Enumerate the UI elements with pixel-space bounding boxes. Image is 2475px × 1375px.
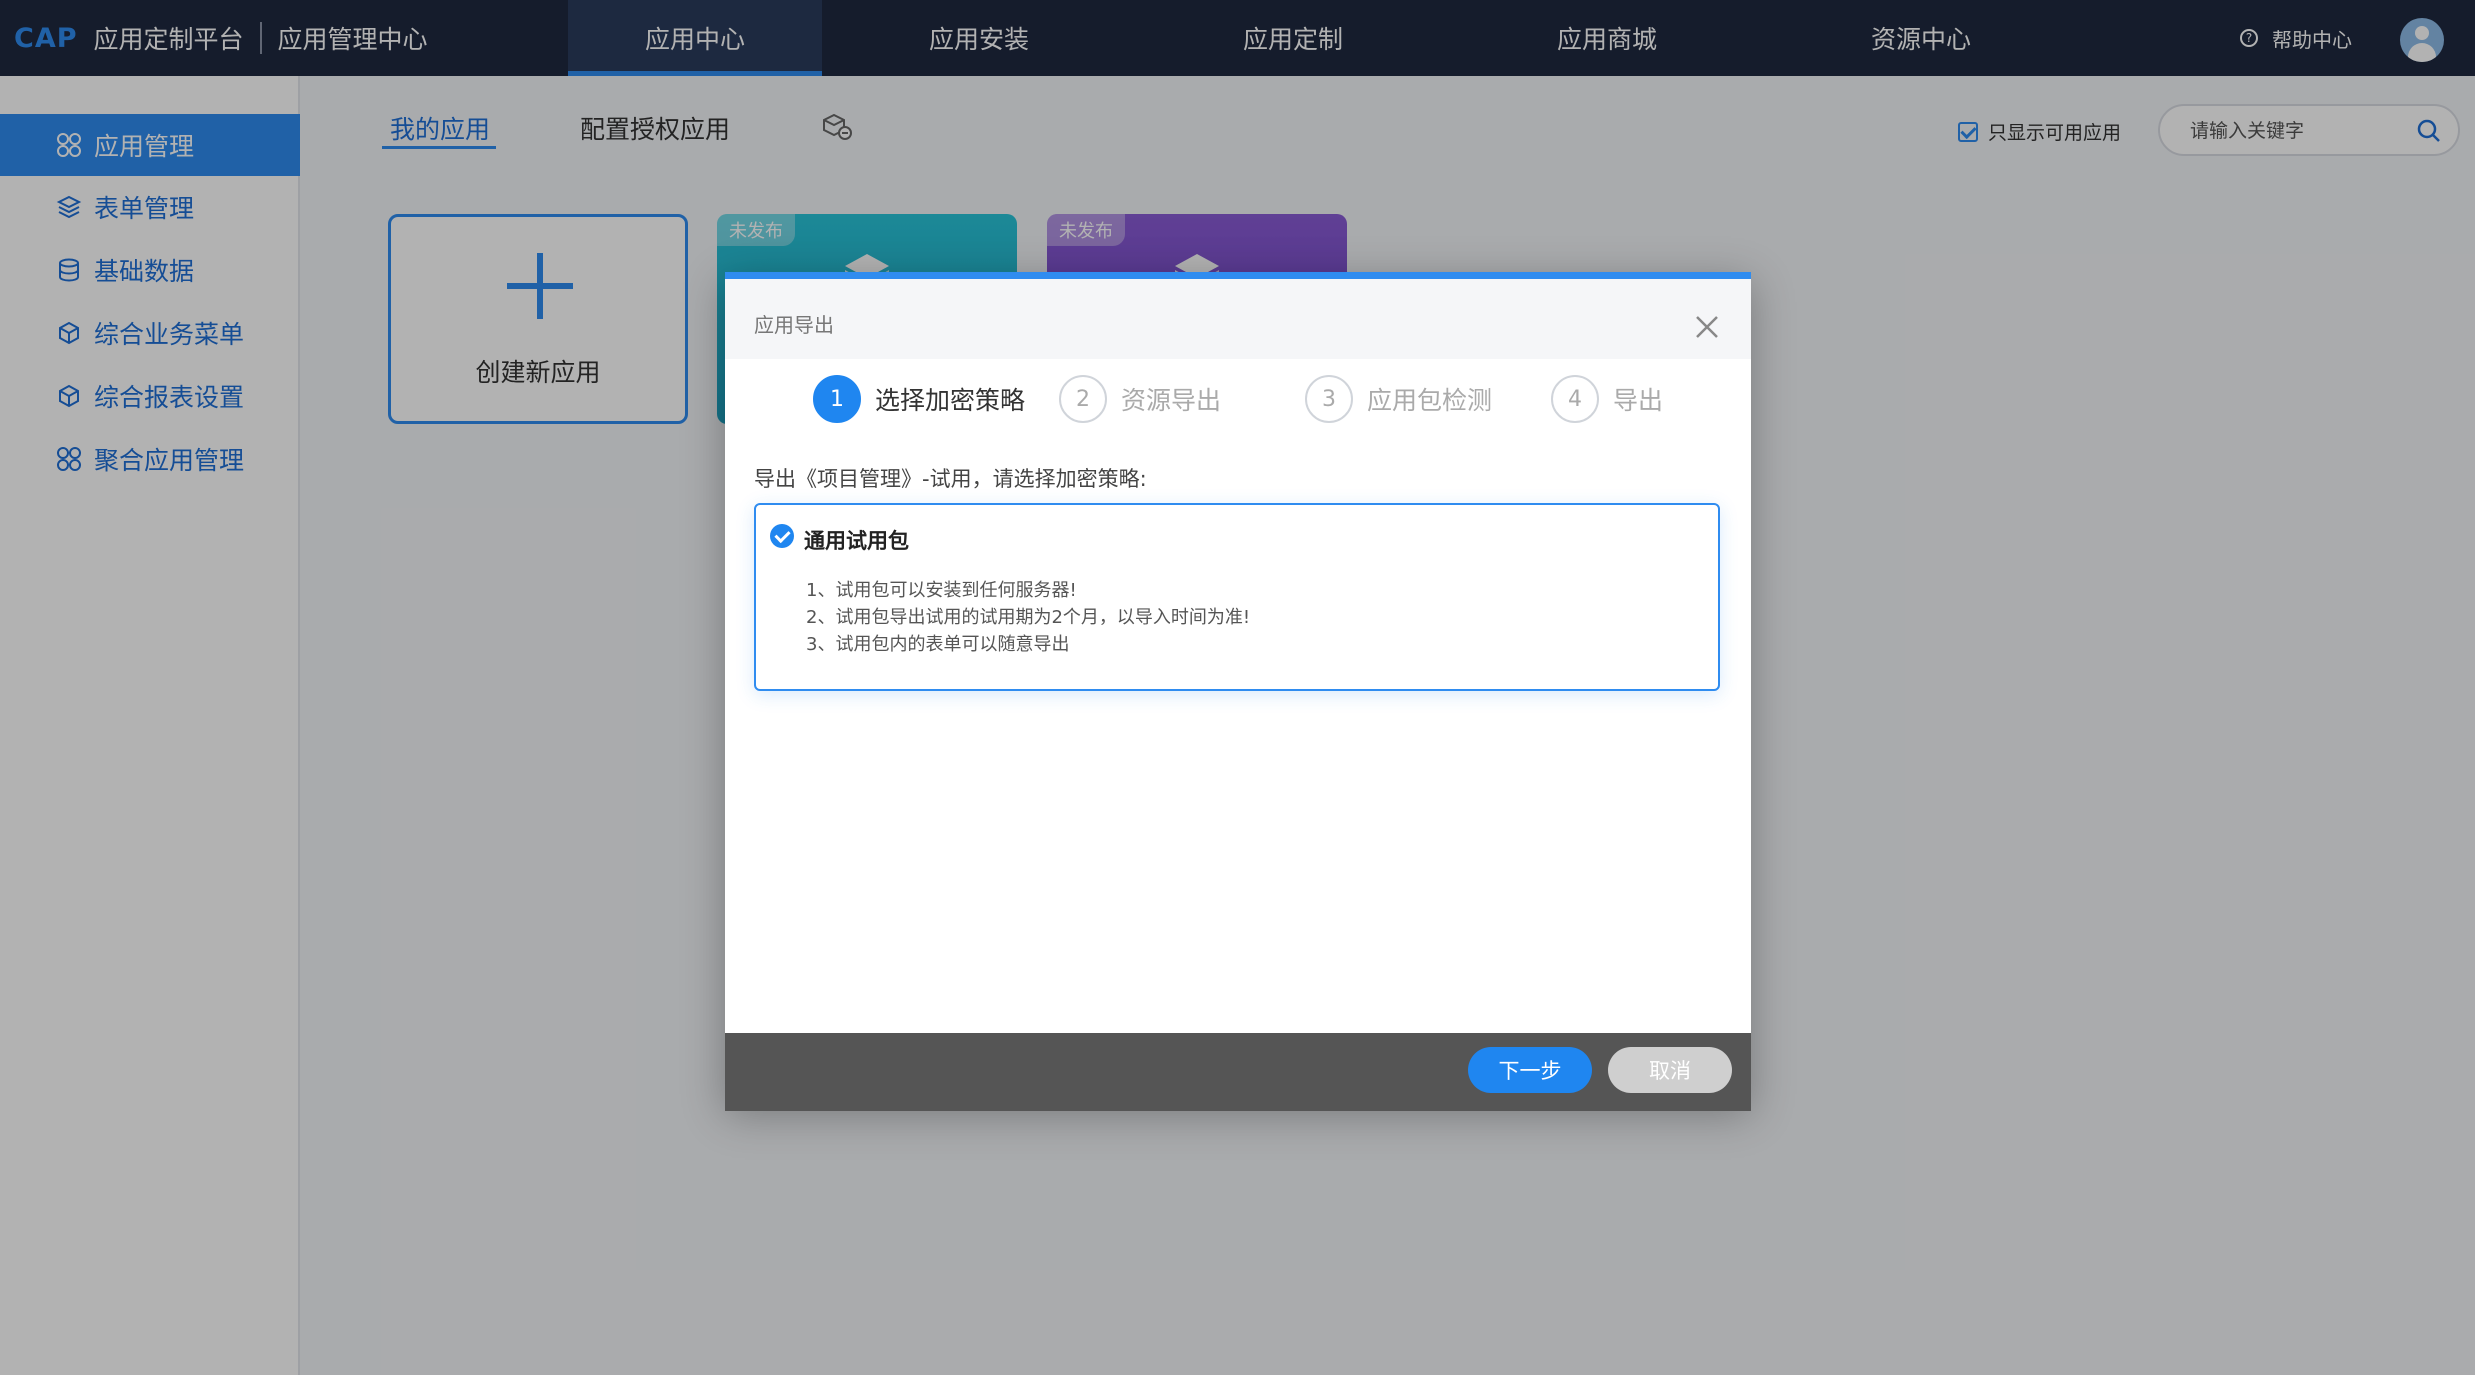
dialog-header: 应用导出: [725, 279, 1751, 359]
dialog-title: 应用导出: [754, 313, 834, 337]
step-number: 1: [813, 375, 861, 423]
step-2: 2 资源导出: [1059, 375, 1221, 423]
step-number: 4: [1551, 375, 1599, 423]
step-label: 选择加密策略: [875, 386, 1026, 415]
step-label: 资源导出: [1121, 386, 1222, 415]
step-1: 1 选择加密策略: [813, 375, 1025, 423]
trial-package-option[interactable]: 通用试用包 1、试用包可以安装到任何服务器! 2、试用包导出试用的试用期为2个月…: [754, 503, 1720, 691]
export-dialog: 应用导出 1 选择加密策略 2 资源导出 3 应用包检测 4 导出 导出《项目管…: [725, 272, 1751, 1111]
dialog-prompt: 导出《项目管理》-试用，请选择加密策略:: [754, 467, 1147, 491]
option-description: 1、试用包可以安装到任何服务器! 2、试用包导出试用的试用期为2个月，以导入时间…: [806, 577, 1250, 658]
option-line: 1、试用包可以安装到任何服务器!: [806, 580, 1077, 601]
check-circle-icon: [770, 524, 794, 548]
step-3: 3 应用包检测: [1305, 375, 1492, 423]
step-label: 应用包检测: [1367, 386, 1493, 415]
stepper: 1 选择加密策略 2 资源导出 3 应用包检测 4 导出: [725, 359, 1751, 439]
dialog-footer: 下一步 取消: [725, 1033, 1751, 1111]
step-4: 4 导出: [1551, 375, 1663, 423]
step-label: 导出: [1613, 386, 1664, 415]
step-number: 3: [1305, 375, 1353, 423]
option-title: 通用试用包: [804, 529, 909, 553]
close-icon[interactable]: [1693, 313, 1721, 341]
next-step-button[interactable]: 下一步: [1468, 1047, 1592, 1093]
step-number: 2: [1059, 375, 1107, 423]
cancel-button[interactable]: 取消: [1608, 1047, 1732, 1093]
option-line: 3、试用包内的表单可以随意导出: [806, 634, 1070, 655]
option-line: 2、试用包导出试用的试用期为2个月，以导入时间为准!: [806, 607, 1251, 628]
